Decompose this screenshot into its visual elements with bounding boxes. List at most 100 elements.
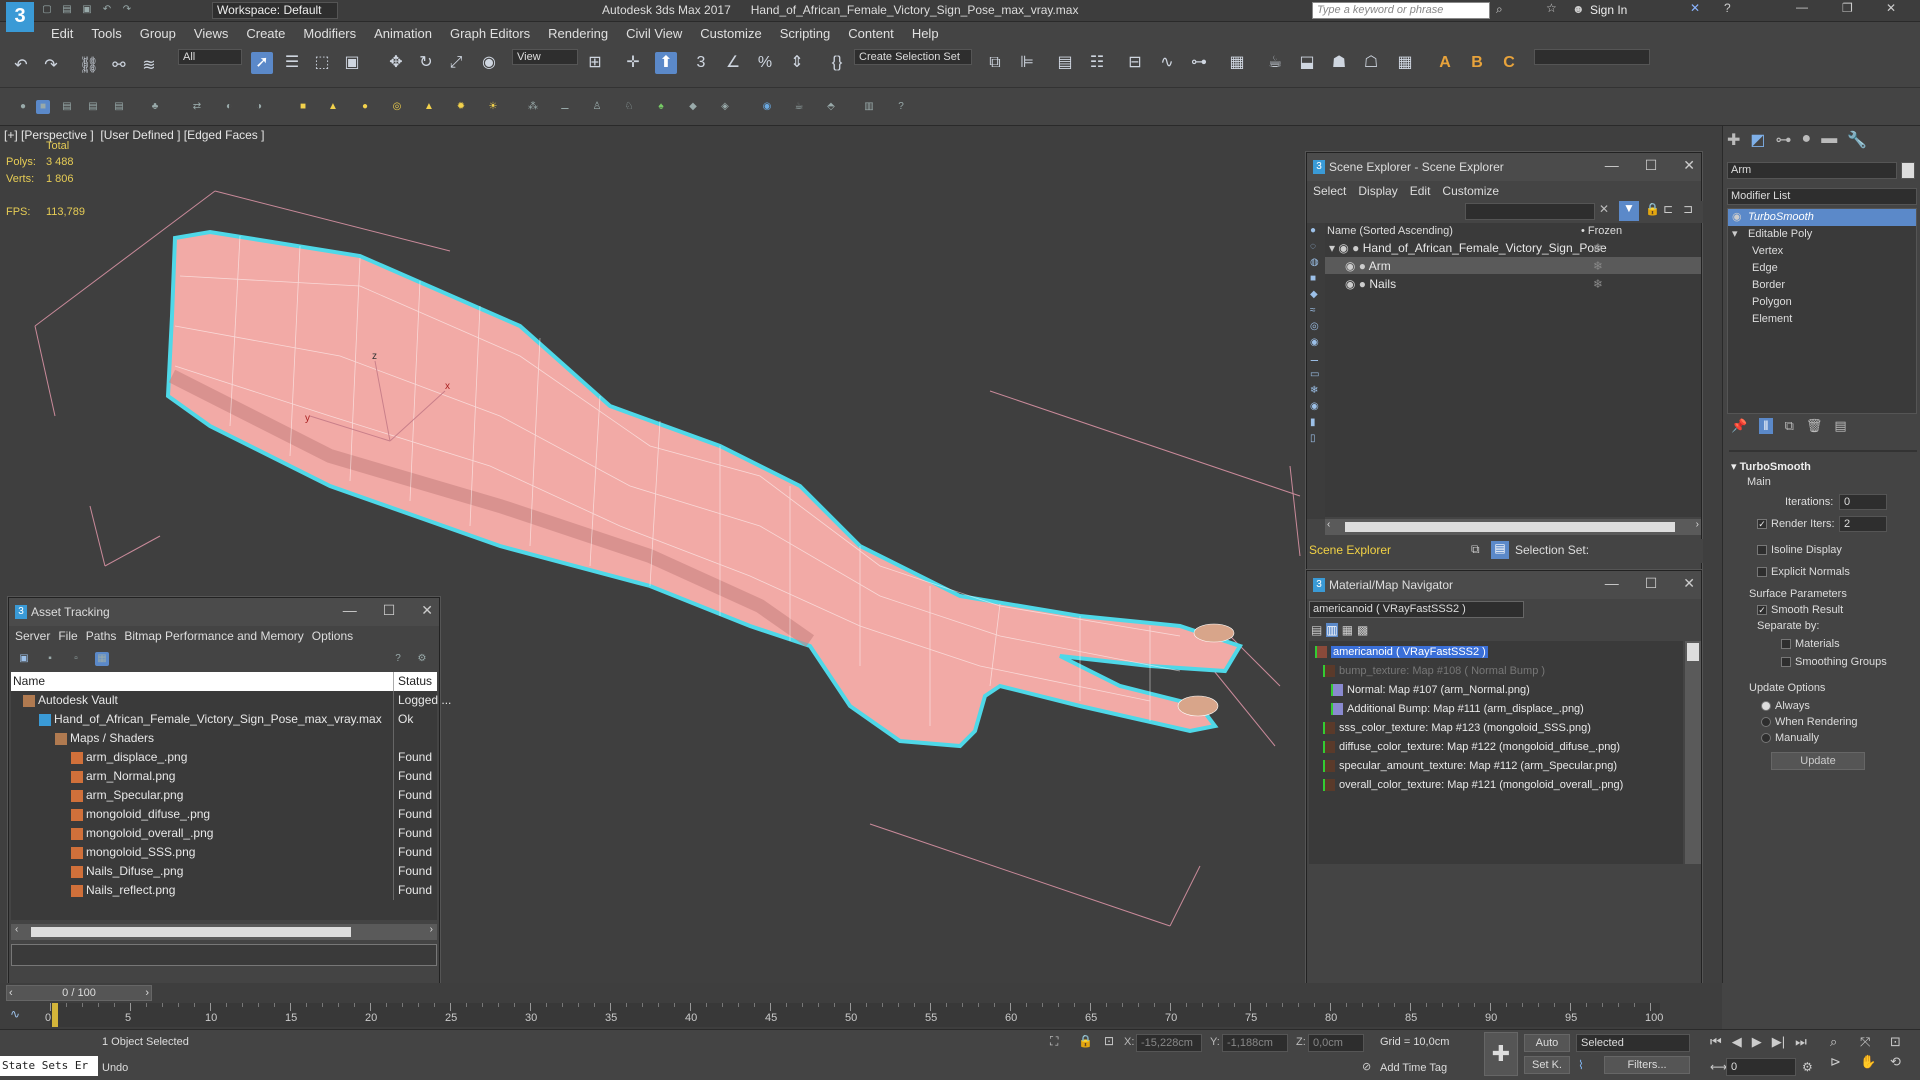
- rect-selection-icon[interactable]: ⬚: [311, 52, 333, 74]
- frozen-icon[interactable]: ❄: [1593, 257, 1603, 276]
- object-name-field[interactable]: Arm: [1727, 162, 1897, 179]
- asset-menu-item[interactable]: Options: [312, 626, 353, 646]
- modifier-stack-item[interactable]: Edge: [1728, 260, 1916, 277]
- tb2-tool-7-icon[interactable]: ⇄: [190, 100, 204, 114]
- utilities-tab-icon[interactable]: 🔧: [1847, 130, 1867, 150]
- smoothing-groups-checkbox[interactable]: Smoothing Groups: [1781, 656, 1887, 668]
- render-setup-icon[interactable]: ☕: [1264, 52, 1286, 74]
- close-icon[interactable]: ✕: [1683, 157, 1695, 174]
- render-icon[interactable]: ◉: [760, 100, 774, 114]
- scene-explorer-toggle-icon[interactable]: ▤: [1054, 52, 1076, 74]
- bone-icon[interactable]: ⚊: [558, 100, 572, 114]
- foliage-icon[interactable]: ♠: [654, 100, 668, 114]
- asset-menu-item[interactable]: Paths: [86, 626, 117, 646]
- place-icon[interactable]: ◉: [478, 52, 500, 74]
- asset-row[interactable]: arm_Specular.png Found: [11, 786, 437, 805]
- key-filter-dropdown[interactable]: Selected: [1576, 1034, 1690, 1052]
- visibility-icon[interactable]: ◉ ●: [1325, 277, 1369, 291]
- material-tree-item[interactable]: bump_texture: Map #108 ( Normal Bump ): [1309, 662, 1683, 681]
- align-icon[interactable]: ⊫: [1016, 52, 1038, 74]
- new-file-icon[interactable]: ▢: [40, 3, 54, 17]
- material-editor-icon[interactable]: ▦: [1226, 52, 1248, 74]
- tb2-tool-2-icon[interactable]: ■: [36, 100, 50, 114]
- material-tree-item[interactable]: specular_amount_texture: Map #112 (arm_S…: [1309, 757, 1683, 776]
- zoom-all-icon[interactable]: ⤧: [1860, 1034, 1886, 1050]
- menu-item[interactable]: Animation: [365, 22, 441, 46]
- modifier-stack-item[interactable]: ▾ Editable Poly: [1728, 226, 1916, 243]
- scroll-right-icon[interactable]: ›: [430, 924, 433, 935]
- menu-item[interactable]: Content: [839, 22, 903, 46]
- material-navigator-titlebar[interactable]: 3 Material/Map Navigator — ☐ ✕: [1307, 571, 1701, 599]
- scene-states-icon[interactable]: ⬘: [824, 100, 838, 114]
- render-in-cloud-icon[interactable]: ▦: [1394, 52, 1416, 74]
- tb2-tool-1-icon[interactable]: ●: [16, 100, 30, 114]
- curve-editor-icon[interactable]: ∿: [1156, 52, 1178, 74]
- camera-icon[interactable]: ◈: [718, 100, 732, 114]
- text-a-icon[interactable]: A: [1434, 52, 1456, 74]
- fov-icon[interactable]: ⊳: [1830, 1054, 1856, 1070]
- asset-col-status[interactable]: Status: [393, 672, 432, 691]
- render-production-icon[interactable]: ☗: [1328, 52, 1350, 74]
- isolate-selection-icon[interactable]: ⛶: [1050, 1034, 1058, 1049]
- prev-frame-icon[interactable]: ◀: [1732, 1034, 1742, 1050]
- filter-helpers-icon[interactable]: ◆: [1310, 289, 1322, 300]
- menu-item[interactable]: Scripting: [771, 22, 840, 46]
- workspace-dropdown[interactable]: Workspace: Default: [212, 2, 338, 19]
- menu-item[interactable]: Tools: [82, 22, 130, 46]
- clear-search-icon[interactable]: ✕: [1599, 202, 1609, 216]
- asset-tracking-titlebar[interactable]: 3 Asset Tracking — ☐ ✕: [9, 598, 439, 626]
- menu-item[interactable]: Help: [903, 22, 948, 46]
- asset-row[interactable]: Nails_reflect.png Found: [11, 881, 437, 900]
- asset-hscrollbar[interactable]: ‹ ›: [11, 924, 437, 940]
- scale-icon[interactable]: ⤢: [445, 52, 467, 74]
- iterations-spinner[interactable]: 0: [1839, 494, 1887, 510]
- light-icon[interactable]: ✹: [454, 100, 468, 114]
- isoline-display-checkbox[interactable]: Isoline Display: [1757, 544, 1842, 556]
- filter-groups-icon[interactable]: ◎: [1310, 321, 1322, 332]
- play-icon[interactable]: ▶: [1752, 1034, 1762, 1050]
- menu-item[interactable]: Views: [185, 22, 237, 46]
- scene-explorer-window[interactable]: 3 Scene Explorer - Scene Explorer — ☐ ✕ Se…: [1306, 152, 1703, 589]
- asset-tool-3-icon[interactable]: ▫: [69, 652, 83, 666]
- info-icon[interactable]: ?: [894, 100, 908, 114]
- tb2-tool-9-icon[interactable]: ◑: [252, 100, 266, 114]
- maximize-icon[interactable]: ☐: [1645, 157, 1658, 174]
- star-icon[interactable]: ☆: [1546, 1, 1557, 15]
- key-filters-button[interactable]: Filters...: [1604, 1056, 1690, 1074]
- modifier-stack-item[interactable]: Element: [1728, 311, 1916, 328]
- time-tag-icon[interactable]: ⊘: [1362, 1060, 1371, 1073]
- lock-icon[interactable]: 🔒: [1645, 202, 1660, 216]
- modifier-on-icon[interactable]: ◉: [1728, 209, 1742, 226]
- hierarchy-icon[interactable]: ⊏: [1663, 202, 1673, 216]
- asset-help-icon[interactable]: ?: [391, 652, 405, 666]
- col-name-header[interactable]: Name (Sorted Ascending): [1327, 225, 1453, 237]
- close-icon[interactable]: ✕: [421, 602, 433, 619]
- scene-hscrollbar[interactable]: ‹ ›: [1325, 519, 1701, 535]
- toolbar-blank-dropdown[interactable]: [1534, 49, 1650, 65]
- pyramid-primitive-icon[interactable]: ▲: [422, 100, 436, 114]
- scene-explorer-titlebar[interactable]: 3 Scene Explorer - Scene Explorer — ☐ ✕: [1307, 153, 1701, 181]
- modify-tab-icon[interactable]: ◩: [1750, 130, 1765, 150]
- timeline-ruler[interactable]: 0 5 10 15 20 25 30 35 40 45 50 55 60 65 70 75 80 85 90 95 10…: [45, 1003, 1663, 1027]
- material-name-field[interactable]: americanoid ( VRayFastSSS2 ): [1309, 601, 1524, 618]
- select-by-name-icon[interactable]: ☰: [281, 52, 303, 74]
- pan-icon[interactable]: ✋: [1860, 1054, 1886, 1070]
- cone-primitive-icon[interactable]: ▲: [326, 100, 340, 114]
- filter-lights-icon[interactable]: ◍: [1310, 257, 1322, 268]
- asset-row[interactable]: mongoloid_difuse_.png Found: [11, 805, 437, 824]
- turbosmooth-rollout-header[interactable]: ▾ TurboSmooth: [1731, 460, 1811, 473]
- move-icon[interactable]: ✥: [385, 52, 407, 74]
- filter-icon[interactable]: ▼: [1619, 201, 1639, 221]
- material-tree-item[interactable]: overall_color_texture: Map #121 (mongolo…: [1309, 776, 1683, 795]
- text-c-icon[interactable]: C: [1498, 52, 1520, 74]
- modifier-list-dropdown[interactable]: Modifier List: [1727, 188, 1917, 205]
- app-logo-icon[interactable]: 3: [6, 2, 34, 32]
- window-crossing-icon[interactable]: ▣: [341, 52, 363, 74]
- list-thumb-icon[interactable]: ▥: [1326, 623, 1338, 637]
- character-icon[interactable]: ♘: [622, 100, 636, 114]
- frozen-icon[interactable]: ❄: [1593, 275, 1603, 294]
- maximize-icon[interactable]: ☐: [1645, 575, 1658, 592]
- reference-coordinate-dropdown[interactable]: View: [512, 49, 578, 65]
- selection-lock-icon[interactable]: 🔒: [1078, 1034, 1093, 1048]
- asset-tool-1-icon[interactable]: ▣: [17, 652, 31, 666]
